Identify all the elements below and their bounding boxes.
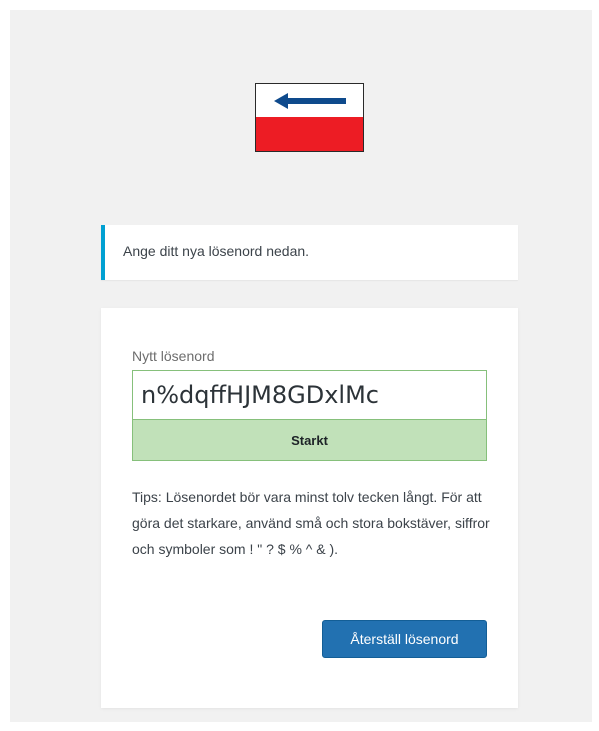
message-notice: Ange ditt nya lösenord nedan. [101, 225, 518, 280]
password-strength-indicator: Starkt [132, 420, 487, 461]
reset-password-button[interactable]: Återställ lösenord [322, 620, 487, 658]
password-hint: Tips: Lösenordet bör vara minst tolv tec… [132, 489, 490, 557]
notice-text: Ange ditt nya lösenord nedan. [123, 243, 310, 259]
new-password-label: Nytt lösenord [132, 348, 215, 364]
reset-password-form: Nytt lösenord Starkt Tips: Lösenordet bö… [101, 308, 518, 708]
back-arrow-icon [274, 93, 346, 109]
site-logo[interactable] [255, 83, 364, 152]
login-page: Ange ditt nya lösenord nedan. Nytt lösen… [10, 10, 592, 722]
new-password-input[interactable] [132, 370, 487, 420]
logo-red-band [256, 117, 363, 151]
